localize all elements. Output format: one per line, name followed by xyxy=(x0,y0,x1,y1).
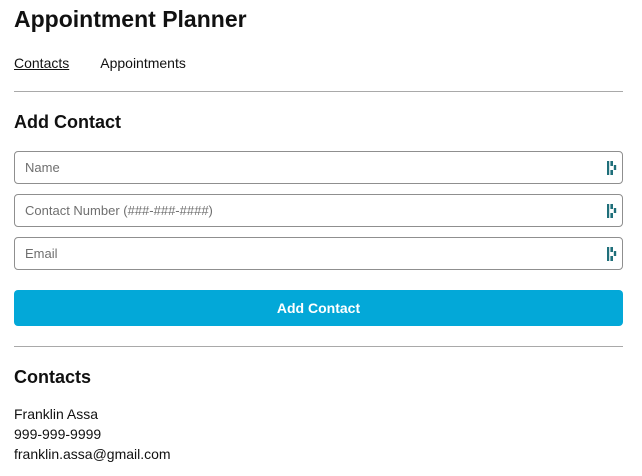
section-divider xyxy=(14,346,623,347)
contact-number-field xyxy=(14,194,623,227)
nav-link-contacts[interactable]: Contacts xyxy=(14,53,69,73)
main-nav: Contacts Appointments xyxy=(14,53,186,73)
add-contact-heading: Add Contact xyxy=(14,112,121,132)
nav-link-appointments[interactable]: Appointments xyxy=(100,53,186,73)
add-contact-button[interactable]: Add Contact xyxy=(14,290,623,326)
appointment-planner-page: Appointment Planner Contacts Appointment… xyxy=(0,0,642,476)
contact-email: franklin.assa@gmail.com xyxy=(14,446,171,462)
password-manager-key-icon[interactable] xyxy=(607,203,617,219)
password-manager-key-icon[interactable] xyxy=(607,160,617,176)
contact-phone: 999-999-9999 xyxy=(14,426,102,442)
contacts-heading: Contacts xyxy=(14,367,92,387)
name-input[interactable] xyxy=(15,152,622,183)
email-field xyxy=(14,237,623,270)
password-manager-key-icon[interactable] xyxy=(607,246,617,262)
nav-divider xyxy=(14,91,623,92)
contact-list-item: Franklin Assa 999-999-9999 franklin.assa… xyxy=(14,404,171,464)
email-input[interactable] xyxy=(15,238,622,269)
contact-list: Franklin Assa 999-999-9999 franklin.assa… xyxy=(14,404,171,464)
contact-name: Franklin Assa xyxy=(14,406,99,422)
contact-number-input[interactable] xyxy=(15,195,622,226)
app-title: Appointment Planner xyxy=(14,6,247,32)
name-field xyxy=(14,151,623,184)
